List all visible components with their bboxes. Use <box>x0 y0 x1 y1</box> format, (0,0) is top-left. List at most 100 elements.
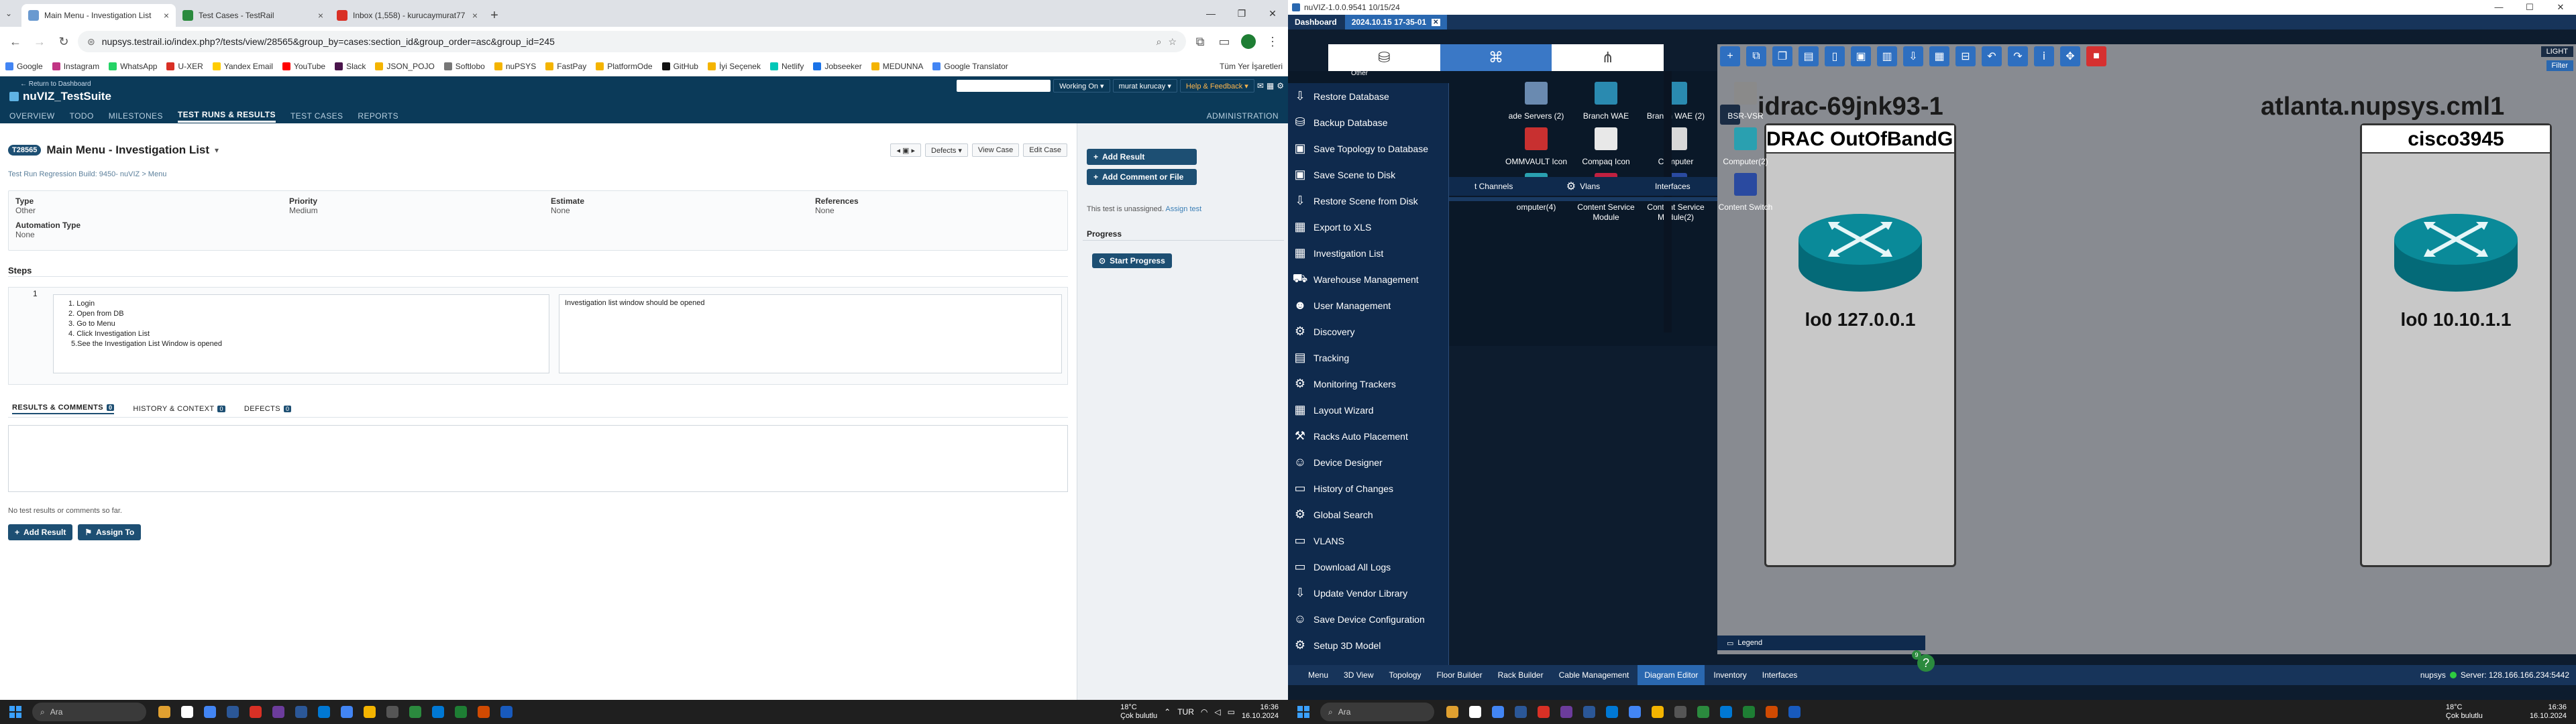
browser-tab[interactable]: Main Menu - Investigation List × <box>21 4 176 27</box>
extensions-icon[interactable]: ⧉ <box>1190 32 1210 52</box>
info-tool-icon[interactable]: ⅰ <box>2034 46 2054 66</box>
taskbar-search[interactable]: ⌕ Ara <box>32 703 146 721</box>
breadcrumb[interactable]: Test Run Regression Build: 9450- nuVIZ >… <box>8 170 166 178</box>
wifi-icon[interactable]: ◠ <box>1201 707 1208 717</box>
library-device[interactable]: OMMVAULT Icon <box>1503 123 1570 167</box>
clock[interactable]: 16:36 16.10.2024 <box>2530 703 2567 721</box>
result-tab[interactable]: DEFECTS 0 <box>244 405 292 413</box>
taskbar-app-icon[interactable] <box>1512 703 1529 721</box>
taskbar-app-icon[interactable] <box>247 703 264 721</box>
profile-avatar[interactable] <box>1238 32 1258 52</box>
bottom-tab[interactable]: Floor Builder <box>1430 665 1489 685</box>
menu-item[interactable]: ⚙ Setup 3D Model <box>1288 632 1448 658</box>
bookmark-item[interactable]: MEDUNNA <box>871 62 923 71</box>
taskbar-app-icon[interactable] <box>315 703 333 721</box>
help-dropdown[interactable]: Help & Feedback ▾ <box>1179 79 1254 93</box>
menu-item[interactable]: ⚒ Racks Auto Placement <box>1288 423 1448 449</box>
add-tool-icon[interactable]: + <box>1720 46 1740 66</box>
taskbar-app-icon[interactable] <box>1444 703 1461 721</box>
bottom-tab[interactable]: Topology <box>1383 665 1428 685</box>
menu-item[interactable]: ▭ Download All Logs <box>1288 554 1448 580</box>
nav-tab[interactable]: MILESTONES <box>109 111 163 121</box>
taskbar-app-icon[interactable] <box>361 703 378 721</box>
grid-icon[interactable]: ▦ <box>1267 81 1274 90</box>
bottom-tab[interactable]: 3D View <box>1337 665 1380 685</box>
forward-icon[interactable]: → <box>30 32 50 52</box>
taskbar-app-icon[interactable] <box>1717 703 1735 721</box>
bookmark-item[interactable]: Netlify <box>769 62 804 71</box>
bookmark-star-icon[interactable]: ☆ <box>1168 36 1177 48</box>
duplicate-tool-icon[interactable]: ❐ <box>1772 46 1792 66</box>
zoom-icon[interactable]: ⌕ <box>1157 36 1162 48</box>
taskbar-app-icon[interactable] <box>1649 703 1666 721</box>
nav-tab[interactable]: TEST CASES <box>290 111 343 121</box>
export-tool-icon[interactable]: ⇩ <box>1903 46 1923 66</box>
taskbar-app-icon[interactable] <box>270 703 287 721</box>
bookmark-item[interactable]: Instagram <box>52 62 99 71</box>
maximize-icon[interactable]: ❐ <box>1226 0 1257 27</box>
taskbar-app-icon[interactable] <box>498 703 515 721</box>
bookmark-item[interactable]: GitHub <box>661 62 698 71</box>
taskbar-app-icon[interactable] <box>178 703 196 721</box>
close-tab-icon[interactable]: × <box>472 10 478 21</box>
close-window-icon[interactable]: ✕ <box>1257 0 1288 27</box>
prev-next-icon[interactable]: ◂ ▣ ▸ <box>890 143 922 157</box>
taskbar-app-icon[interactable] <box>201 703 219 721</box>
user-dropdown[interactable]: murat kurucay ▾ <box>1112 79 1177 93</box>
tab-search-icon[interactable]: ⌄ <box>5 9 21 18</box>
comment-textarea[interactable] <box>8 425 1068 492</box>
language-indicator[interactable]: TUR <box>1177 707 1194 717</box>
close-tab-icon[interactable]: ✕ <box>1432 18 1440 26</box>
bookmark-item[interactable]: WhatsApp <box>109 62 157 71</box>
menu-item[interactable]: ☻ User Management <box>1288 292 1448 318</box>
tab-hierarchy[interactable]: ⋔ <box>1552 44 1664 71</box>
bookmark-item[interactable]: PlatformOde <box>596 62 653 71</box>
result-tab[interactable]: HISTORY & CONTEXT 0 <box>133 405 225 413</box>
edit-case-button[interactable]: Edit Case <box>1023 143 1067 157</box>
taskbar-app-icon[interactable] <box>156 703 173 721</box>
minimize-icon[interactable]: — <box>1195 0 1226 27</box>
side-add-result-button[interactable]: + Add Result <box>1087 149 1197 165</box>
close-tab-icon[interactable]: × <box>164 10 169 21</box>
browser-menu-icon[interactable]: ⋮ <box>1263 32 1283 52</box>
library-device[interactable]: Computer(2) <box>1712 123 1779 167</box>
menu-item[interactable]: ▤ Tracking <box>1288 345 1448 371</box>
taskbar-app-icon[interactable] <box>384 703 401 721</box>
taskbar-app-icon[interactable] <box>1489 703 1507 721</box>
working-on-dropdown[interactable]: Working On ▾ <box>1053 79 1110 93</box>
administration-link[interactable]: ADMINISTRATION <box>1207 111 1288 121</box>
move-tool-icon[interactable]: ✥ <box>2060 46 2080 66</box>
windows-start-icon[interactable] <box>7 703 24 721</box>
bookmark-item[interactable]: FastPay <box>545 62 586 71</box>
menu-item[interactable]: ▦ Layout Wizard <box>1288 397 1448 423</box>
library-subtab[interactable]: ⚙ Vlans <box>1538 180 1627 193</box>
menu-item[interactable]: ▣ Save Scene to Disk <box>1288 162 1448 188</box>
taskbar-app-icon[interactable] <box>1695 703 1712 721</box>
library-device[interactable]: Content Switch <box>1712 169 1779 213</box>
redo-tool-icon[interactable]: ↷ <box>2008 46 2028 66</box>
menu-item[interactable]: ⇩ Restore Scene from Disk <box>1288 188 1448 214</box>
copy-tool-icon[interactable]: ⧉ <box>1746 46 1766 66</box>
nav-tab[interactable]: OVERVIEW <box>9 111 55 121</box>
menu-item[interactable]: ☺ Device Designer <box>1288 449 1448 475</box>
bottom-tab[interactable]: Rack Builder <box>1491 665 1550 685</box>
taskbar-app-icon[interactable] <box>1466 703 1484 721</box>
bookmark-item[interactable]: Google Translator <box>932 62 1008 71</box>
bookmark-item[interactable]: Google <box>5 62 43 71</box>
taskbar-app-icon[interactable] <box>1558 703 1575 721</box>
side-add-comment-button[interactable]: + Add Comment or File <box>1087 169 1197 185</box>
library-device[interactable]: BSR-VSR <box>1712 78 1779 121</box>
clock[interactable]: 16:36 16.10.2024 <box>1242 703 1279 721</box>
assign-to-button[interactable]: ⚑ Assign To <box>78 524 142 540</box>
taskbar-app-icon[interactable] <box>1535 703 1552 721</box>
library-scrollbar[interactable] <box>1664 71 1672 333</box>
taskbar-app-icon[interactable] <box>1603 703 1621 721</box>
bookmark-item[interactable]: JSON_POJO <box>375 62 435 71</box>
site-info-icon[interactable]: ⊜ <box>87 36 95 48</box>
taskbar-app-icon[interactable] <box>1740 703 1758 721</box>
library-device[interactable]: Branch WAE <box>1572 78 1640 121</box>
diagram-canvas[interactable]: + ⧉ ❐ ▤ ▯ ▣ ▥ ⇩ ▦ ⊟ ↶ ↷ ⅰ ✥ ■ LIGHT Filter idrac-69jnk… <box>1717 44 2576 654</box>
nuviz-tab[interactable]: 2024.10.15 17-35-01 ✕ <box>1344 15 1447 29</box>
bookmark-item[interactable]: Slack <box>335 62 366 71</box>
taskbar-search[interactable]: ⌕ Ara <box>1320 703 1434 721</box>
